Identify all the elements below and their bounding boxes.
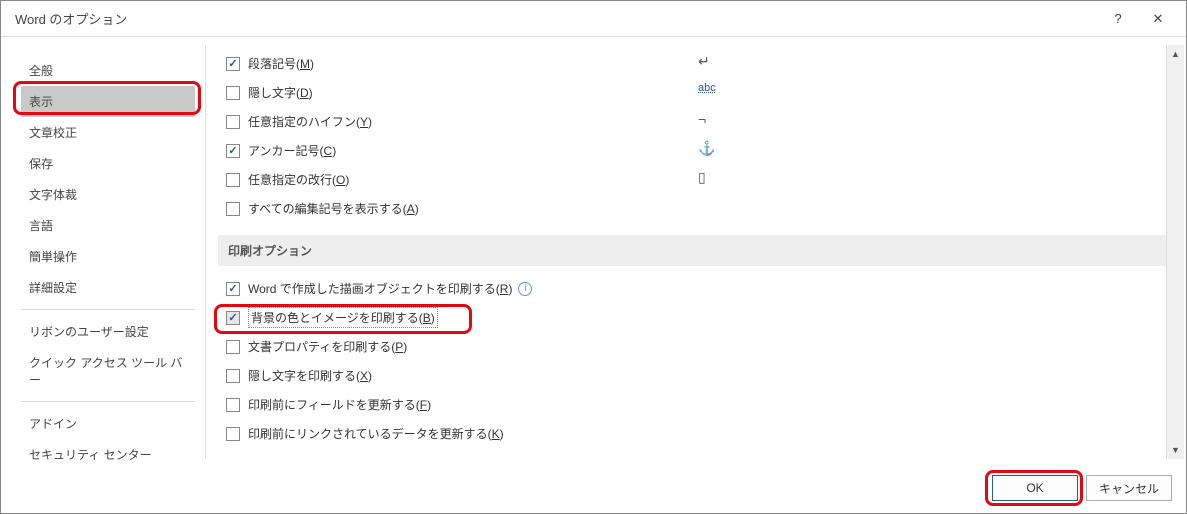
checkbox-print-properties[interactable] — [226, 340, 240, 354]
sidebar-item-typography[interactable]: 文字体裁 — [21, 179, 195, 210]
option-label: 背景の色とイメージを印刷する(B) — [248, 307, 438, 328]
option-label: 文書プロパティを印刷する(P) — [248, 338, 407, 355]
optional-break-icon: ▯ — [698, 169, 706, 186]
option-label: 印刷前にリンクされているデータを更新する(K) — [248, 425, 504, 442]
checkbox-object-anchors[interactable] — [226, 144, 240, 158]
sidebar-item-advanced[interactable]: 詳細設定 — [21, 272, 195, 303]
option-print-hidden-text[interactable]: 隠し文字を印刷する(X) — [218, 361, 1166, 390]
sidebar-item-label: 簡単操作 — [29, 250, 77, 264]
sidebar-item-display[interactable]: 表示 — [21, 86, 195, 117]
info-icon[interactable]: i — [518, 282, 532, 296]
sidebar-item-trust-center[interactable]: セキュリティ センター — [21, 439, 195, 470]
option-optional-hyphens[interactable]: 任意指定のハイフン(Y) — [218, 107, 1166, 136]
sidebar-item-general[interactable]: 全般 — [21, 55, 195, 86]
vertical-scrollbar[interactable]: ▲ ▼ — [1166, 45, 1184, 459]
checkbox-print-hidden-text[interactable] — [226, 369, 240, 383]
cancel-button[interactable]: キャンセル — [1086, 475, 1172, 501]
titlebar: Word のオプション ? ✕ — [1, 1, 1186, 37]
sidebar-item-label: 文章校正 — [29, 126, 77, 140]
option-print-drawings[interactable]: Word で作成した描画オブジェクトを印刷する(R) i — [218, 274, 1166, 303]
checkbox-print-drawings[interactable] — [226, 282, 240, 296]
sidebar-item-label: リボンのユーザー設定 — [29, 325, 149, 339]
option-label: 任意指定のハイフン(Y) — [248, 113, 372, 130]
option-optional-breaks[interactable]: 任意指定の改行(O) — [218, 165, 1166, 194]
sidebar-item-language[interactable]: 言語 — [21, 210, 195, 241]
option-label: 印刷前にフィールドを更新する(F) — [248, 396, 431, 413]
checkbox-print-background[interactable] — [226, 311, 240, 325]
sidebar-item-qat[interactable]: クイック アクセス ツール バー — [21, 347, 195, 395]
paragraph-mark-icon: ↵ — [698, 53, 710, 70]
option-label: 隠し文字(D) — [248, 84, 313, 101]
anchor-icon: ⚓ — [698, 140, 715, 157]
scroll-down-icon[interactable]: ▼ — [1167, 441, 1184, 459]
help-button[interactable]: ? — [1098, 5, 1138, 33]
checkbox-show-all[interactable] — [226, 202, 240, 216]
option-label: アンカー記号(C) — [248, 142, 336, 159]
button-label: キャンセル — [1099, 480, 1159, 497]
option-print-properties[interactable]: 文書プロパティを印刷する(P) — [218, 332, 1166, 361]
sidebar-item-save[interactable]: 保存 — [21, 148, 195, 179]
hidden-text-icon: abc — [698, 82, 716, 94]
close-icon: ✕ — [1153, 11, 1164, 27]
sidebar-item-label: 表示 — [29, 95, 53, 109]
checkbox-hidden-text[interactable] — [226, 86, 240, 100]
option-update-fields[interactable]: 印刷前にフィールドを更新する(F) — [218, 390, 1166, 419]
option-print-background[interactable]: 背景の色とイメージを印刷する(B) — [218, 303, 1166, 332]
checkbox-optional-hyphens[interactable] — [226, 115, 240, 129]
sidebar-item-label: 文字体裁 — [29, 188, 77, 202]
option-show-all[interactable]: すべての編集記号を表示する(A) — [218, 194, 1166, 223]
window-title: Word のオプション — [15, 9, 1098, 28]
sidebar-item-label: セキュリティ センター — [29, 448, 152, 462]
sidebar: 全般 表示 文章校正 保存 文字体裁 言語 簡単操作 詳細設定 リボンのユーザー… — [11, 45, 206, 459]
help-icon: ? — [1114, 11, 1121, 26]
sidebar-item-label: 言語 — [29, 219, 53, 233]
option-paragraph-marks[interactable]: 段落記号(M) — [218, 49, 1166, 78]
checkbox-update-linked-data[interactable] — [226, 427, 240, 441]
dialog-footer: OK キャンセル — [1, 467, 1186, 509]
option-label: Word で作成した描画オブジェクトを印刷する(R) — [248, 280, 512, 297]
sidebar-item-label: 保存 — [29, 157, 53, 171]
content-area: 段落記号(M) ↵ 隠し文字(D) abc 任意指定のハイフン(Y) ¬ — [212, 45, 1166, 459]
checkbox-paragraph-marks[interactable] — [226, 57, 240, 71]
optional-hyphen-icon: ¬ — [698, 111, 706, 127]
sidebar-separator — [21, 309, 195, 310]
close-button[interactable]: ✕ — [1138, 5, 1178, 33]
sidebar-item-ease-of-access[interactable]: 簡単操作 — [21, 241, 195, 272]
sidebar-item-addins[interactable]: アドイン — [21, 408, 195, 439]
option-update-linked-data[interactable]: 印刷前にリンクされているデータを更新する(K) — [218, 419, 1166, 448]
sidebar-item-label: アドイン — [29, 417, 77, 431]
checkbox-optional-breaks[interactable] — [226, 173, 240, 187]
sidebar-item-customize-ribbon[interactable]: リボンのユーザー設定 — [21, 316, 195, 347]
ok-button[interactable]: OK — [992, 475, 1078, 501]
option-object-anchors[interactable]: アンカー記号(C) — [218, 136, 1166, 165]
main-panel: 段落記号(M) ↵ 隠し文字(D) abc 任意指定のハイフン(Y) ¬ — [212, 45, 1184, 459]
checkbox-update-fields[interactable] — [226, 398, 240, 412]
button-label: OK — [1026, 481, 1043, 495]
option-label: 任意指定の改行(O) — [248, 171, 349, 188]
scroll-up-icon[interactable]: ▲ — [1167, 45, 1184, 63]
sidebar-item-label: クイック アクセス ツール バー — [29, 356, 182, 387]
sidebar-separator — [21, 401, 195, 402]
sidebar-item-label: 全般 — [29, 64, 53, 78]
option-hidden-text[interactable]: 隠し文字(D) — [218, 78, 1166, 107]
option-label: 段落記号(M) — [248, 55, 314, 72]
section-header-print-options: 印刷オプション — [218, 235, 1166, 266]
sidebar-item-label: 詳細設定 — [29, 281, 77, 295]
option-label: すべての編集記号を表示する(A) — [248, 200, 419, 217]
sidebar-item-proofing[interactable]: 文章校正 — [21, 117, 195, 148]
option-label: 隠し文字を印刷する(X) — [248, 367, 372, 384]
